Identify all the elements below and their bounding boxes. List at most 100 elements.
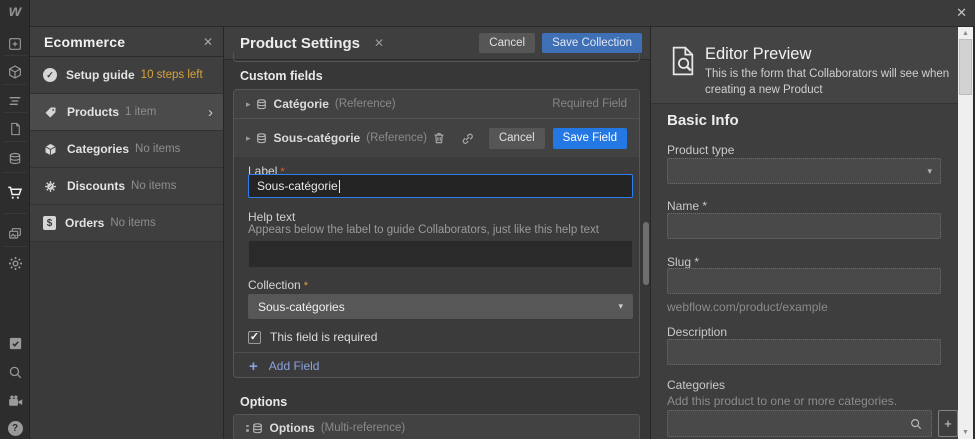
slug-hint: webflow.com/product/example: [667, 300, 828, 314]
preview-title: Editor Preview: [705, 45, 812, 63]
plus-icon: +: [249, 357, 258, 375]
chevron-down-icon: ▾: [927, 165, 932, 176]
editor-preview-panel: Editor Preview This is the form that Col…: [651, 27, 958, 439]
cancel-field-button[interactable]: Cancel: [488, 127, 545, 149]
divider: [3, 84, 27, 85]
categories-search-input[interactable]: [676, 416, 909, 431]
add-field-button[interactable]: + Add Field: [234, 352, 639, 377]
field-row-options[interactable]: Options (Multi-reference): [234, 415, 639, 439]
reference-stack-icon: [256, 98, 266, 109]
field-type: (Reference): [334, 98, 396, 110]
close-icon[interactable]: ✕: [374, 36, 384, 50]
page-preview-icon: [672, 46, 694, 76]
sidebar-item-products[interactable]: Products 1 item ›: [30, 94, 223, 131]
text-cursor: [338, 179, 340, 193]
required-checkbox-row[interactable]: ✓ This field is required: [248, 330, 377, 344]
name-input[interactable]: [667, 213, 941, 239]
audit-check-icon[interactable]: [0, 330, 30, 356]
divider: [3, 213, 27, 214]
checkbox-checked-icon[interactable]: ✓: [248, 330, 261, 344]
window-close-icon[interactable]: ✕: [956, 5, 967, 21]
basic-info-heading: Basic Info: [667, 112, 739, 129]
sidebar-item-setup-guide[interactable]: ✓ Setup guide 10 steps left: [30, 57, 223, 94]
preview-subtitle: This is the form that Collaborators will…: [705, 68, 950, 96]
field-type: (Reference): [366, 132, 427, 144]
sidebar-item-discounts[interactable]: Discounts No items: [30, 168, 223, 205]
expand-arrow-icon[interactable]: ▸: [246, 133, 251, 144]
product-settings-panel: Product Settings ✕ Cancel Save Collectio…: [224, 27, 651, 439]
cms-database-icon[interactable]: [0, 146, 30, 172]
scroll-up-icon[interactable]: ▲: [958, 30, 973, 37]
delete-field-icon[interactable]: [432, 131, 446, 145]
multi-reference-dots-icon: [246, 424, 249, 432]
item-label: Categories: [67, 142, 130, 156]
editor-preview-header: Editor Preview This is the form that Col…: [651, 27, 958, 104]
elements-cube-icon[interactable]: [0, 59, 30, 85]
item-meta: No items: [131, 180, 177, 192]
scrollbar-thumb[interactable]: [959, 39, 972, 95]
webflow-designer-window: ✕ w ? Ecommerce ✕ ✓ Setup guide 10 steps…: [0, 0, 975, 439]
assets-images-icon[interactable]: [0, 221, 30, 247]
save-field-button[interactable]: Save Field: [552, 127, 627, 149]
search-icon[interactable]: [0, 359, 30, 385]
divider: [3, 172, 27, 173]
field-name: Options: [269, 421, 315, 435]
item-meta: No items: [135, 143, 181, 155]
left-toolbar: w ?: [0, 0, 30, 439]
titlebar: ✕: [30, 0, 975, 27]
divider: [3, 55, 27, 56]
link-icon[interactable]: [460, 131, 475, 146]
description-input[interactable]: [667, 339, 941, 365]
cancel-collection-button[interactable]: Cancel: [479, 33, 536, 53]
item-meta: 10 steps left: [140, 69, 203, 81]
field-name: Sous-catégorie: [273, 131, 361, 145]
name-label: Name *: [667, 199, 708, 213]
help-icon[interactable]: ?: [0, 415, 30, 439]
categories-search-field[interactable]: [667, 410, 932, 437]
custom-fields-heading: Custom fields: [240, 69, 323, 83]
panel-title: Ecommerce: [44, 33, 126, 50]
save-collection-button[interactable]: Save Collection: [542, 33, 642, 53]
product-type-label: Product type: [667, 143, 735, 157]
checkbox-label: This field is required: [270, 330, 378, 344]
slug-label: Slug *: [667, 255, 700, 269]
categories-label: Categories: [667, 378, 726, 392]
item-label: Products: [67, 105, 120, 119]
badge-icon: [45, 180, 56, 192]
collection-label: Collection *: [248, 278, 308, 292]
field-row-sous-categorie[interactable]: ▸ Sous-catégorie (Reference) Cancel Save…: [234, 119, 639, 157]
slug-input[interactable]: [667, 268, 941, 294]
required-field-label: Required Field: [552, 98, 627, 110]
right-scrollbar[interactable]: ▲ ▼: [958, 27, 973, 439]
add-panel-icon[interactable]: [0, 31, 30, 57]
expand-arrow-icon[interactable]: ▸: [246, 99, 251, 110]
field-type: (Multi-reference): [320, 422, 406, 434]
field-row-categorie[interactable]: ▸ Catégorie (Reference) Required Field: [234, 90, 639, 119]
label-input[interactable]: Sous-catégorie: [248, 174, 633, 198]
field-name: Catégorie: [273, 97, 329, 111]
collection-select[interactable]: Sous-catégories ▾: [248, 294, 633, 319]
tag-icon: [45, 107, 56, 117]
help-text-hint: Appears below the label to guide Collabo…: [248, 224, 599, 236]
close-icon[interactable]: ✕: [203, 35, 213, 49]
ecommerce-cart-icon[interactable]: [0, 180, 30, 206]
panel-title: Product Settings: [240, 34, 361, 52]
panel-scrollbar-thumb[interactable]: [643, 222, 649, 285]
scroll-down-icon[interactable]: ▼: [958, 429, 973, 436]
navigator-icon[interactable]: [0, 88, 30, 114]
options-box: Options (Multi-reference): [233, 414, 640, 439]
divider: [3, 141, 27, 142]
add-category-button[interactable]: +: [938, 410, 958, 437]
product-type-select[interactable]: ▾: [667, 158, 941, 184]
help-text-input[interactable]: [248, 240, 633, 268]
categories-hint: Add this product to one or more categori…: [667, 394, 898, 408]
reference-stack-icon: [252, 422, 262, 433]
description-label: Description: [667, 325, 728, 339]
video-tutorials-icon[interactable]: [0, 388, 30, 414]
custom-fields-box: ▸ Catégorie (Reference) Required Field ▸…: [233, 89, 640, 378]
sidebar-item-orders[interactable]: $ Orders No items: [30, 205, 223, 242]
box-icon: [45, 143, 56, 155]
settings-gear-icon[interactable]: [0, 250, 30, 276]
sidebar-item-categories[interactable]: Categories No items: [30, 131, 223, 168]
pages-icon[interactable]: [0, 116, 30, 142]
